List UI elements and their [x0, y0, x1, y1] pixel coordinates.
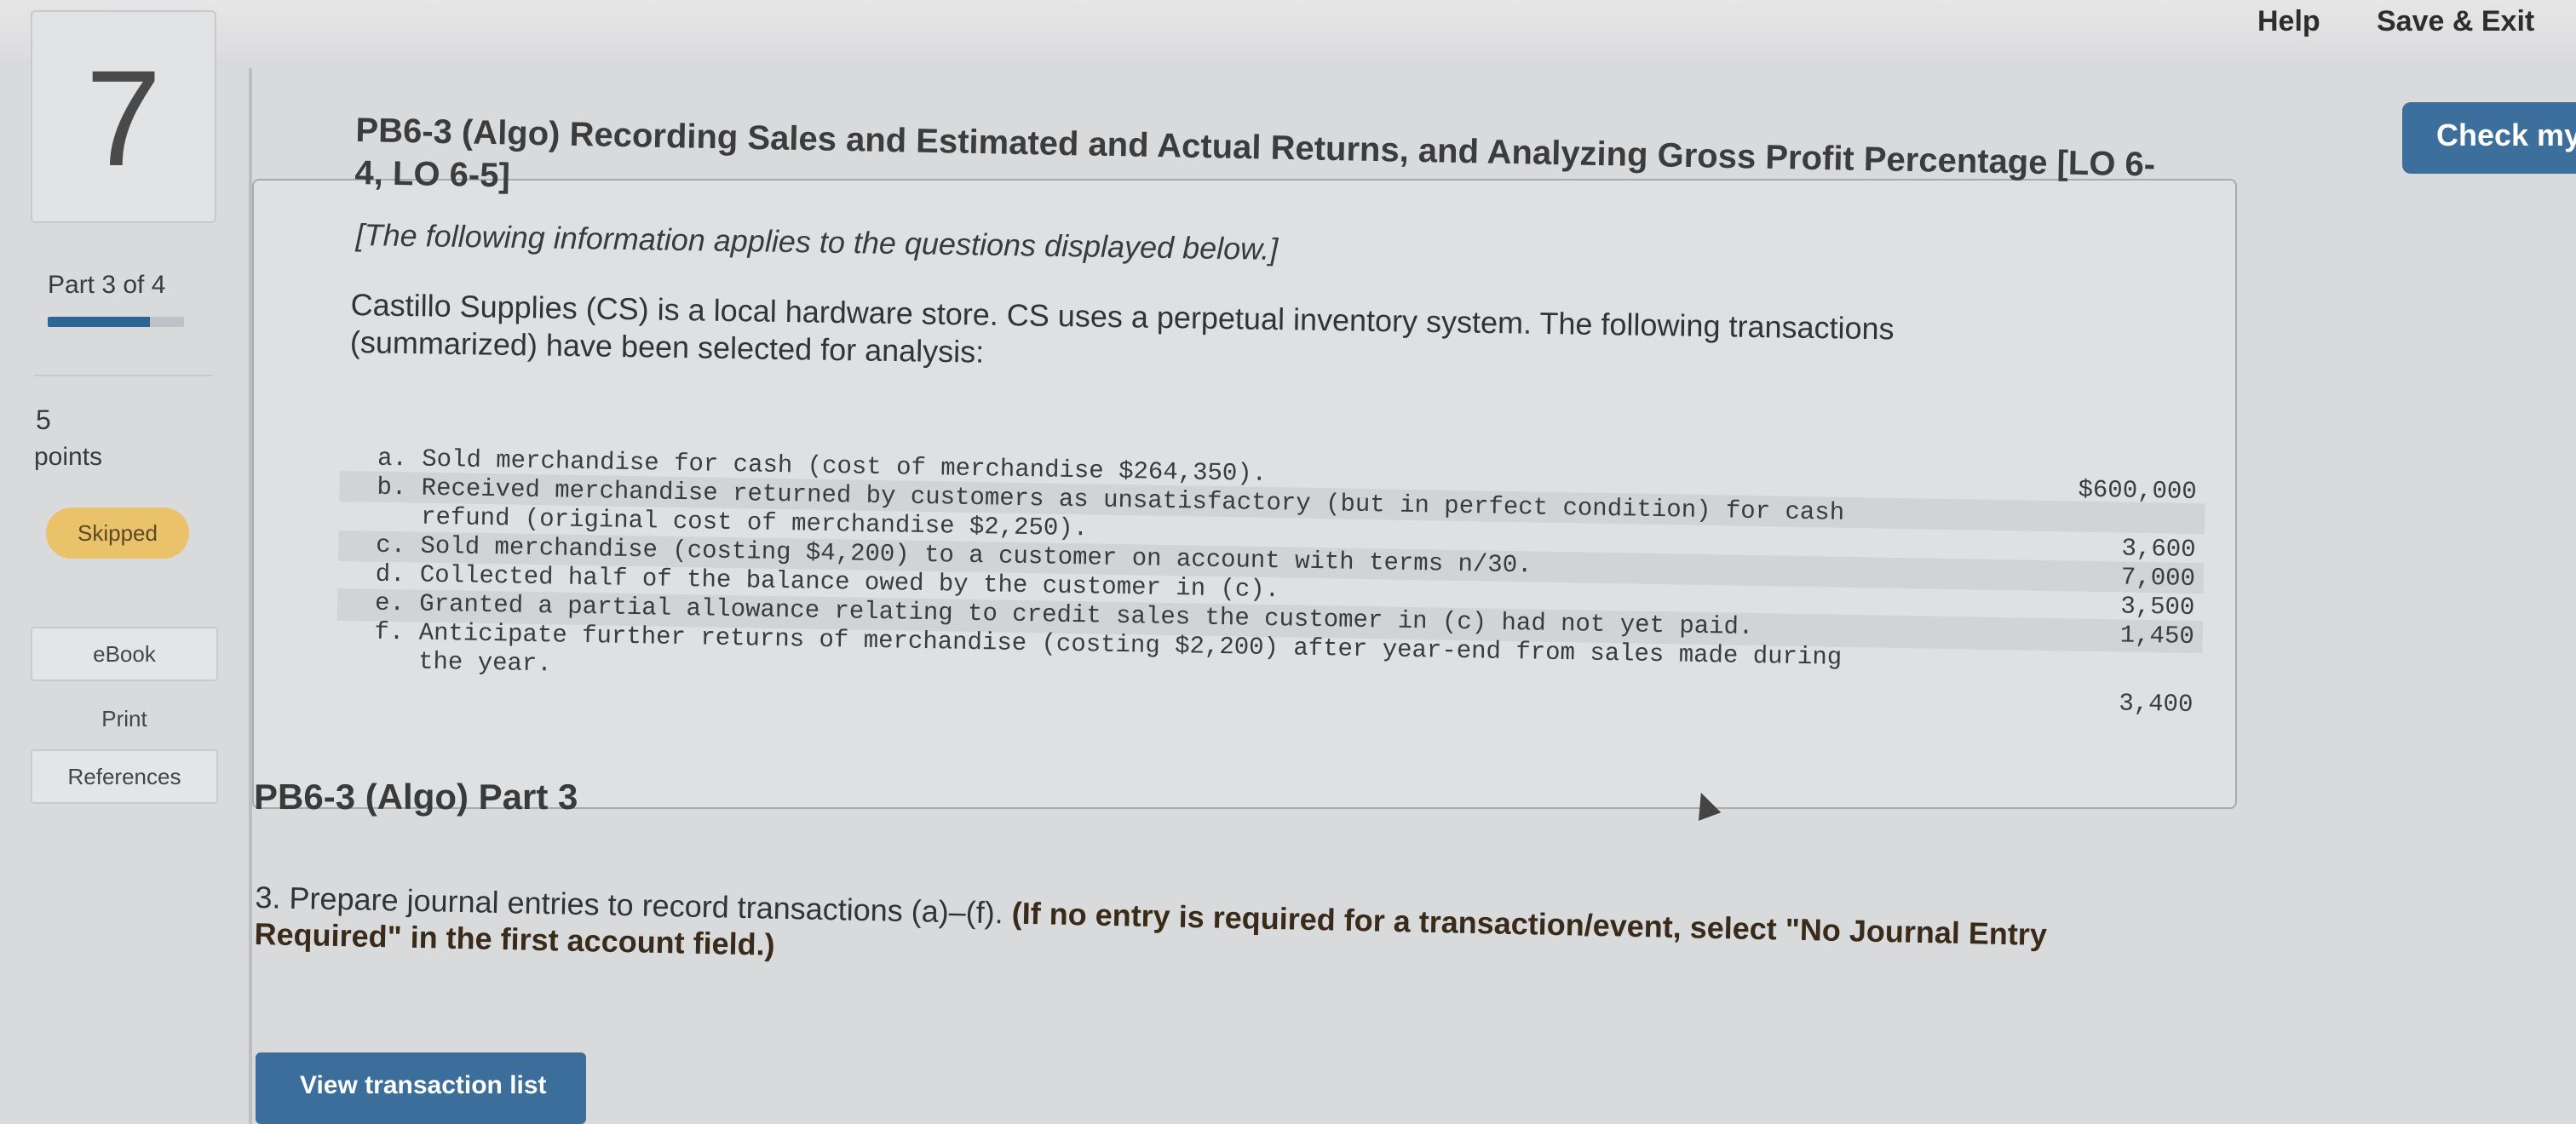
amount-e: 1,450	[2119, 621, 2195, 651]
part-progress-bar	[48, 317, 184, 327]
amount-c: 7,000	[2120, 563, 2196, 594]
points-value: 5	[36, 404, 51, 435]
amount-d: 3,500	[2120, 592, 2195, 622]
view-transaction-list-button[interactable]: View transaction list	[256, 1052, 586, 1124]
points-label: points	[34, 443, 103, 471]
transactions-table: a. Sold merchandise for cash (cost of me…	[336, 413, 2205, 726]
part-heading: PB6-3 (Algo) Part 3	[254, 777, 578, 817]
check-my-work-button[interactable]: Check my	[2402, 102, 2576, 174]
transactions-list: a. Sold merchandise for cash (cost of me…	[372, 416, 1996, 762]
part-instruction: 3. Prepare journal entries to record tra…	[254, 879, 2197, 993]
amount-b: 3,600	[2121, 534, 2196, 565]
save-exit-link[interactable]: Save & Exit	[2377, 5, 2534, 38]
ebook-link[interactable]: eBook	[31, 627, 218, 681]
top-bar	[0, 0, 2576, 60]
print-link[interactable]: Print	[31, 693, 218, 748]
amount-f: 3,400	[2119, 689, 2194, 719]
references-link[interactable]: References	[31, 749, 218, 804]
help-link[interactable]: Help	[2257, 5, 2320, 38]
part-progress-fill	[48, 317, 150, 327]
amount-a: $600,000	[2078, 475, 2198, 507]
transaction-amounts: $600,000 3,600 7,000 3,500 1,450 3,400	[2053, 444, 2198, 719]
part-indicator: Part 3 of 4	[48, 271, 166, 299]
question-number: 7	[31, 10, 216, 223]
divider	[34, 375, 213, 376]
skipped-badge: Skipped	[46, 508, 189, 559]
